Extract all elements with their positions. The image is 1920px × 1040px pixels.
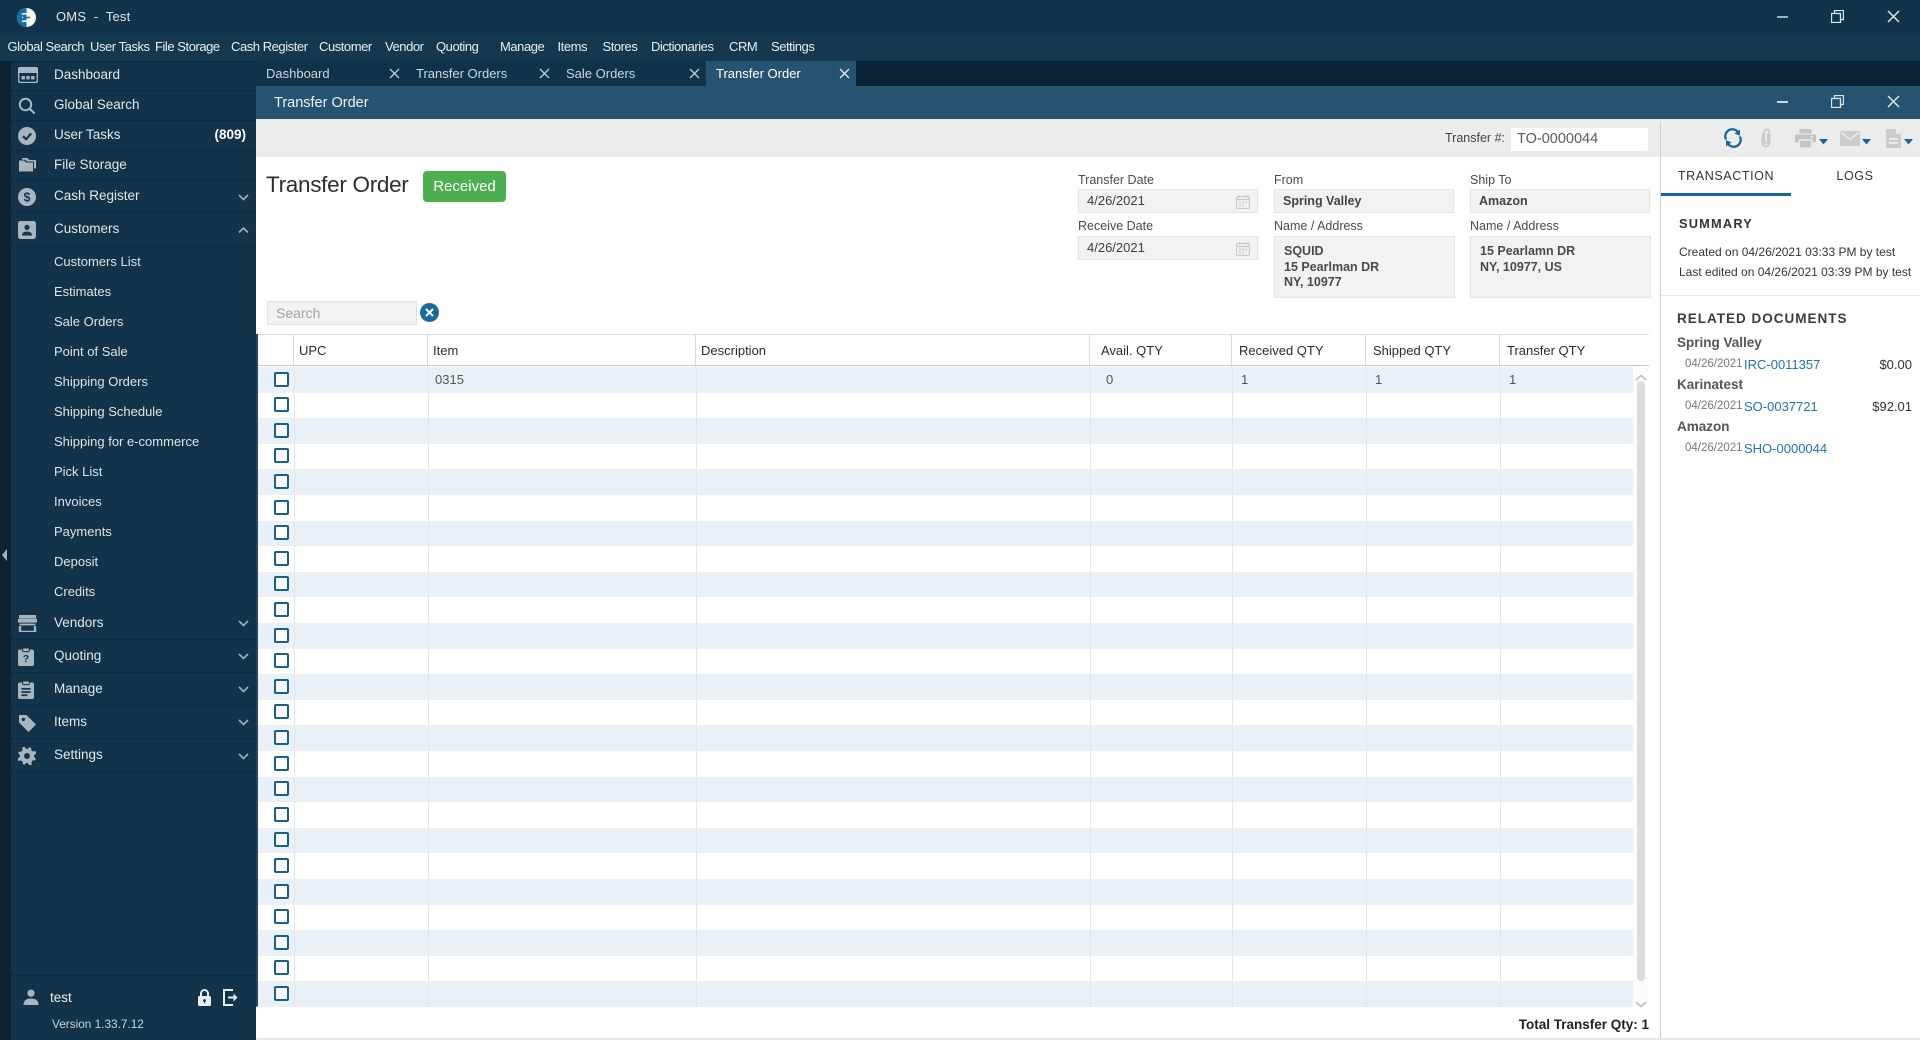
- svg-text:?: ?: [23, 653, 29, 665]
- svg-text:$: $: [24, 190, 31, 204]
